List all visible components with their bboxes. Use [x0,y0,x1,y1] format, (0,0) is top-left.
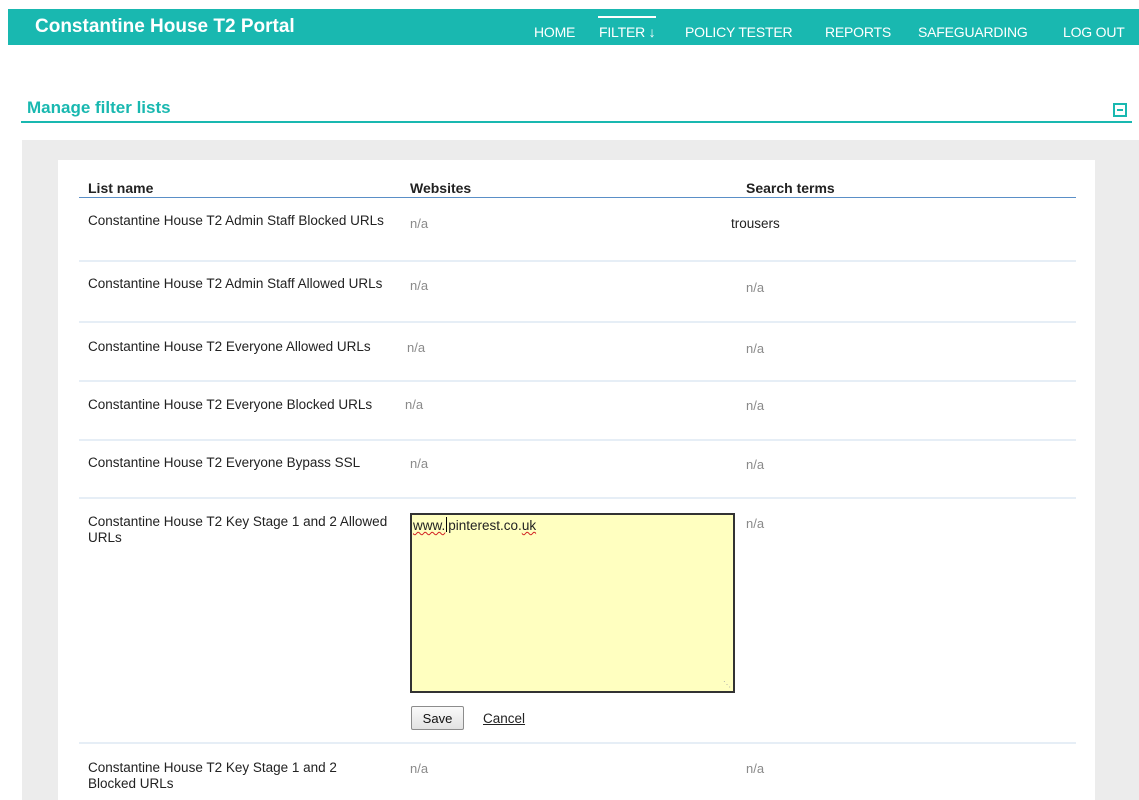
websites-cell[interactable]: n/a [410,278,428,293]
table-header-divider [79,197,1076,198]
row-divider [79,321,1076,323]
search-terms-cell[interactable]: n/a [746,457,764,472]
websites-cell[interactable]: n/a [405,397,423,412]
nav-reports[interactable]: REPORTS [825,24,891,40]
section-divider [21,121,1132,123]
table-row-name: Constantine House T2 Key Stage 1 and 2 A… [88,514,388,545]
table-row-name: Constantine House T2 Everyone Bypass SSL [88,455,361,470]
search-terms-cell[interactable]: n/a [746,280,764,295]
websites-editor-textarea[interactable]: www. pinterest.co.uk ⋱ [410,513,735,693]
table-row-name: Constantine House T2 Admin Staff Blocked… [88,213,384,228]
table-row-name: Constantine House T2 Everyone Allowed UR… [88,339,371,354]
resize-grip-icon[interactable]: ⋱ [723,681,731,689]
nav-log-out[interactable]: LOG OUT [1063,24,1125,40]
column-header-websites: Websites [410,180,472,196]
nav-filter[interactable]: FILTER ↓ [597,16,657,40]
nav-home[interactable]: HOME [534,24,575,40]
nav-safeguarding[interactable]: SAFEGUARDING [918,24,1028,40]
row-divider [79,497,1076,499]
search-terms-cell[interactable]: trousers [731,216,780,231]
column-header-list-name: List name [88,180,154,196]
row-divider [79,260,1076,262]
nav-policy-tester[interactable]: POLICY TESTER [685,24,793,40]
websites-cell[interactable]: n/a [410,761,428,776]
table-row-name: Constantine House T2 Admin Staff Allowed… [88,276,383,291]
save-button[interactable]: Save [411,706,464,730]
table-row-name: Constantine House T2 Key Stage 1 and 2 B… [88,760,337,791]
minus-box-icon[interactable] [1113,103,1127,117]
websites-cell[interactable]: n/a [410,216,428,231]
row-divider [79,439,1076,441]
cancel-link[interactable]: Cancel [483,711,525,726]
websites-editor-text: www. pinterest.co.uk [413,517,537,533]
websites-cell[interactable]: n/a [407,340,425,355]
search-terms-cell[interactable]: n/a [746,516,764,531]
row-divider [79,380,1076,382]
row-divider [79,742,1076,744]
search-terms-cell[interactable]: n/a [746,398,764,413]
section-title: Manage filter lists [27,98,171,117]
table-row-name: Constantine House T2 Everyone Blocked UR… [88,397,373,412]
filter-list-table-card [58,160,1095,800]
search-terms-cell[interactable]: n/a [746,761,764,776]
top-navigation-bar: Constantine House T2 Portal HOME FILTER … [8,9,1139,45]
search-terms-cell[interactable]: n/a [746,341,764,356]
portal-title: Constantine House T2 Portal [35,16,295,37]
websites-cell[interactable]: n/a [410,456,428,471]
column-header-search-terms: Search terms [746,180,835,196]
